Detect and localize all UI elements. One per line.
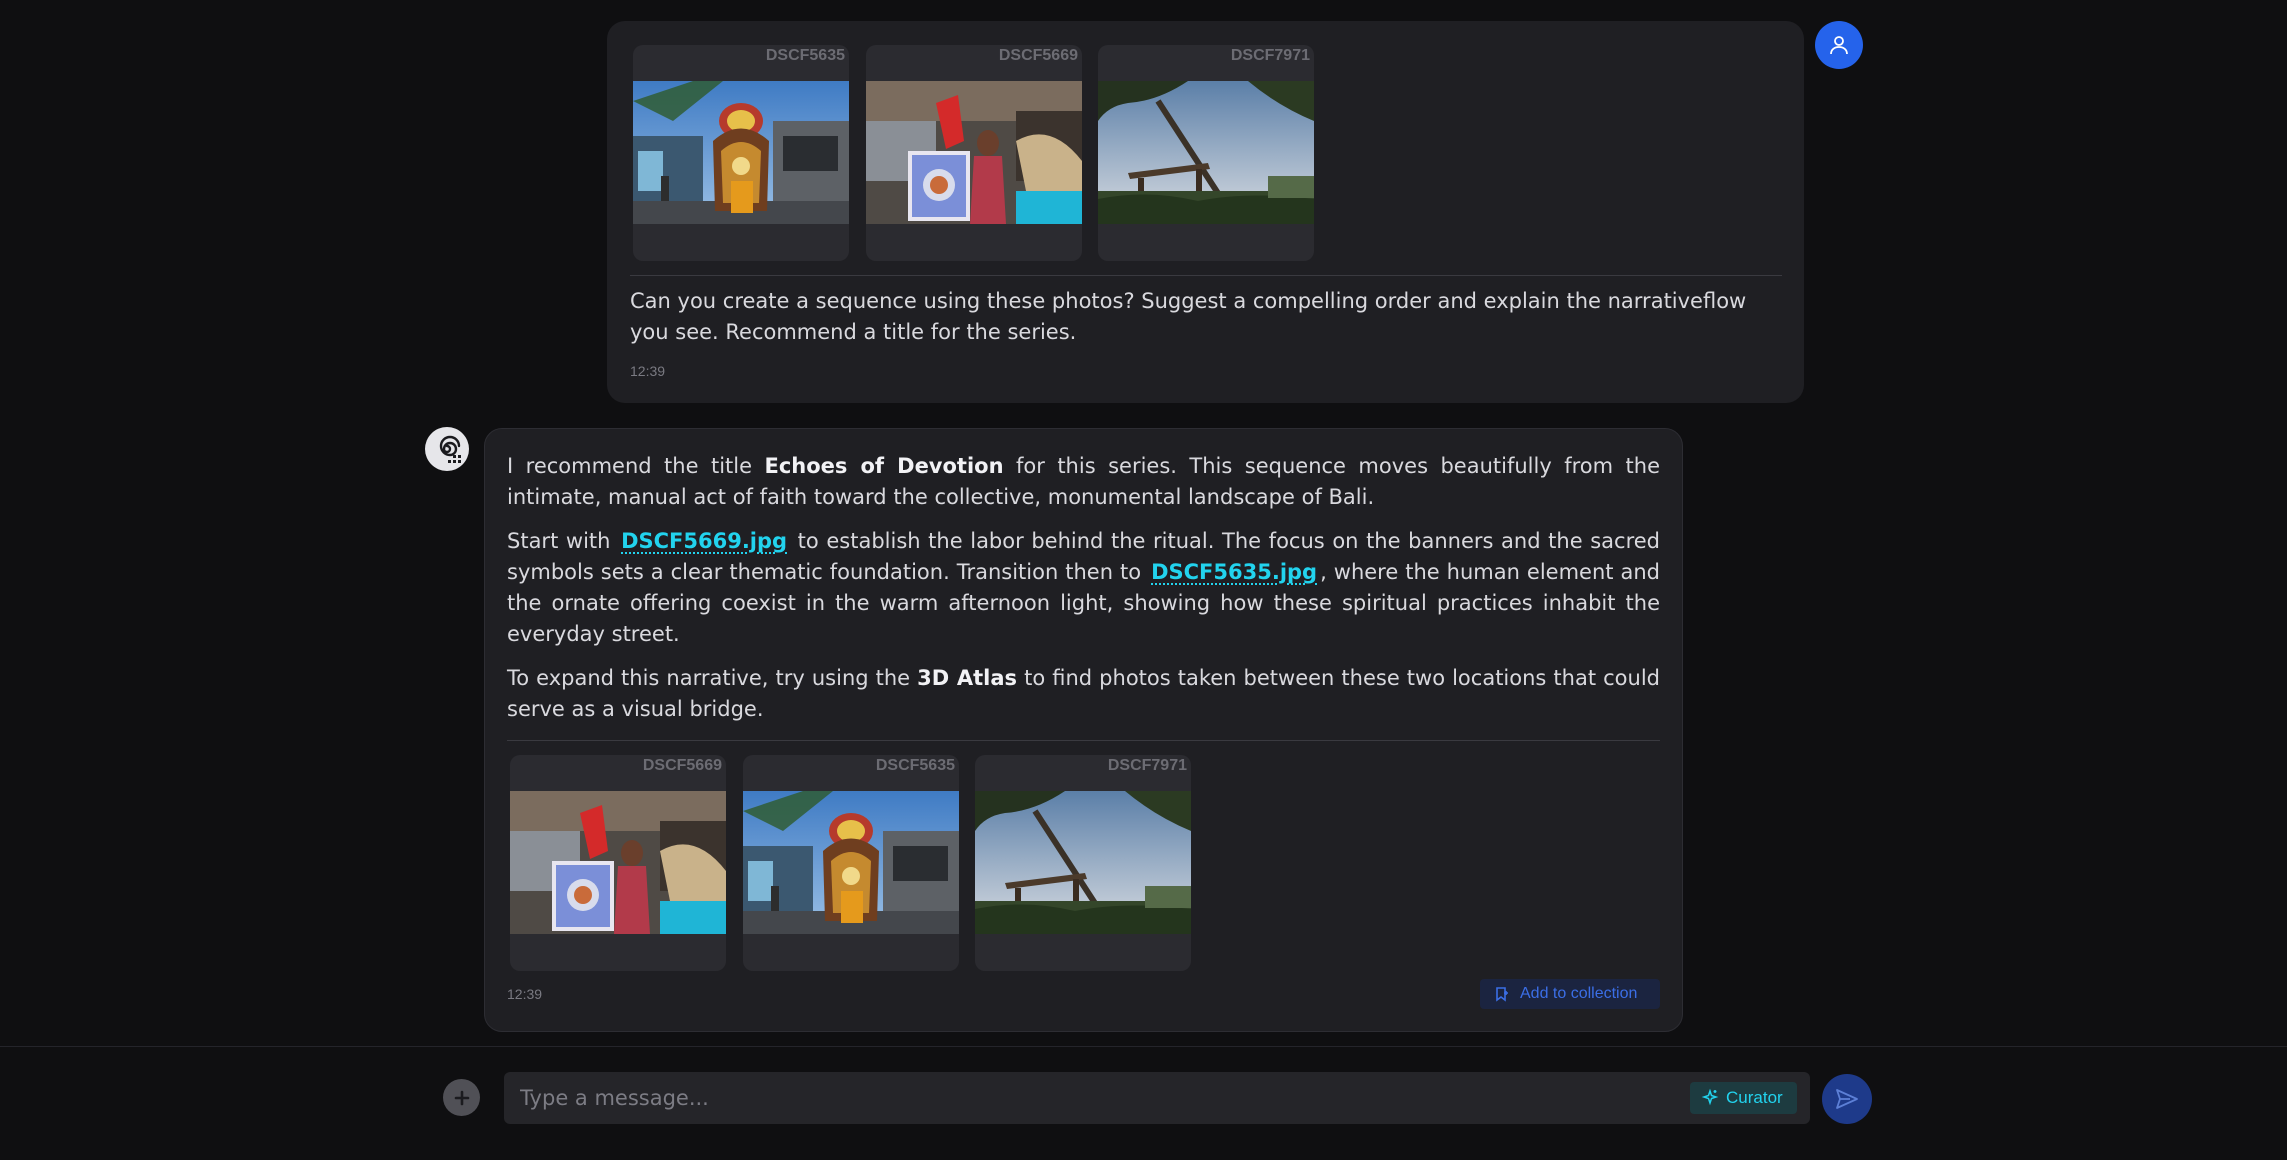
assistant-attachment-thumbnail[interactable]: DSCF5669 <box>510 755 726 971</box>
send-icon <box>1836 1089 1858 1109</box>
attachment-caption: DSCF5669 <box>642 757 722 774</box>
add-to-collection-button[interactable]: Add to collection <box>1480 979 1660 1009</box>
assistant-paragraph: To expand this narrative, try using the … <box>507 663 1660 725</box>
assistant-avatar <box>425 427 469 471</box>
photo-offering <box>743 791 959 934</box>
send-button[interactable] <box>1822 1074 1872 1124</box>
tool-name: 3D Atlas <box>917 666 1018 690</box>
user-attachment-thumbnail[interactable]: DSCF5669 <box>866 45 1082 261</box>
attachment-caption: DSCF5669 <box>998 47 1078 64</box>
bookmark-add-icon <box>1496 987 1508 1002</box>
user-message-timestamp: 12:39 <box>630 363 666 379</box>
assistant-message-text: I recommend the title Echoes of Devotion… <box>507 451 1660 738</box>
add-to-collection-label: Add to collection <box>1520 985 1638 1002</box>
text-run: To expand this narrative, try using the <box>507 666 918 690</box>
photo-coast <box>975 791 1191 934</box>
user-attachment-thumbnail[interactable]: DSCF5635 <box>633 45 849 261</box>
photo-banner <box>510 791 726 934</box>
attachment-caption: DSCF7971 <box>1107 757 1187 774</box>
spiral-logo-icon <box>439 435 461 463</box>
curator-button[interactable]: Curator <box>1690 1082 1797 1114</box>
file-link-dscf5669[interactable]: DSCF5669.jpg <box>618 529 790 553</box>
photo-banner <box>866 81 1082 224</box>
curator-label: Curator <box>1726 1088 1783 1107</box>
message-divider <box>507 740 1660 741</box>
photo-coast <box>1098 81 1314 224</box>
user-attachment-thumbnail[interactable]: DSCF7971 <box>1098 45 1314 261</box>
assistant-message-timestamp: 12:39 <box>507 986 543 1002</box>
plus-icon <box>454 1090 469 1105</box>
message-input[interactable] <box>520 1072 1680 1124</box>
attachment-caption: DSCF5635 <box>765 47 845 64</box>
text-run: I recommend the title <box>507 454 765 478</box>
user-icon <box>1830 36 1848 55</box>
series-title: Echoes of Devotion <box>764 454 1004 478</box>
attach-button[interactable] <box>443 1079 480 1116</box>
text-run: Start with <box>507 529 619 553</box>
user-avatar[interactable] <box>1815 21 1863 69</box>
assistant-attachment-thumbnail[interactable]: DSCF5635 <box>743 755 959 971</box>
message-divider <box>630 275 1782 276</box>
photo-offering <box>633 81 849 224</box>
sparkle-icon <box>1701 1088 1719 1106</box>
file-link-dscf5635[interactable]: DSCF5635.jpg <box>1148 560 1320 584</box>
message-input-container <box>504 1072 1810 1124</box>
assistant-attachment-thumbnail[interactable]: DSCF7971 <box>975 755 1191 971</box>
assistant-paragraph: Start with DSCF5669.jpg to establish the… <box>507 526 1660 650</box>
chat-thread: DSCF5635 DSCF5669 DSCF7971 Can you creat… <box>0 0 2287 1046</box>
user-message-text: Can you create a sequence using these ph… <box>630 289 1747 344</box>
attachment-caption: DSCF7971 <box>1230 47 1310 64</box>
assistant-paragraph: I recommend the title Echoes of Devotion… <box>507 451 1660 513</box>
attachment-caption: DSCF5635 <box>875 757 955 774</box>
